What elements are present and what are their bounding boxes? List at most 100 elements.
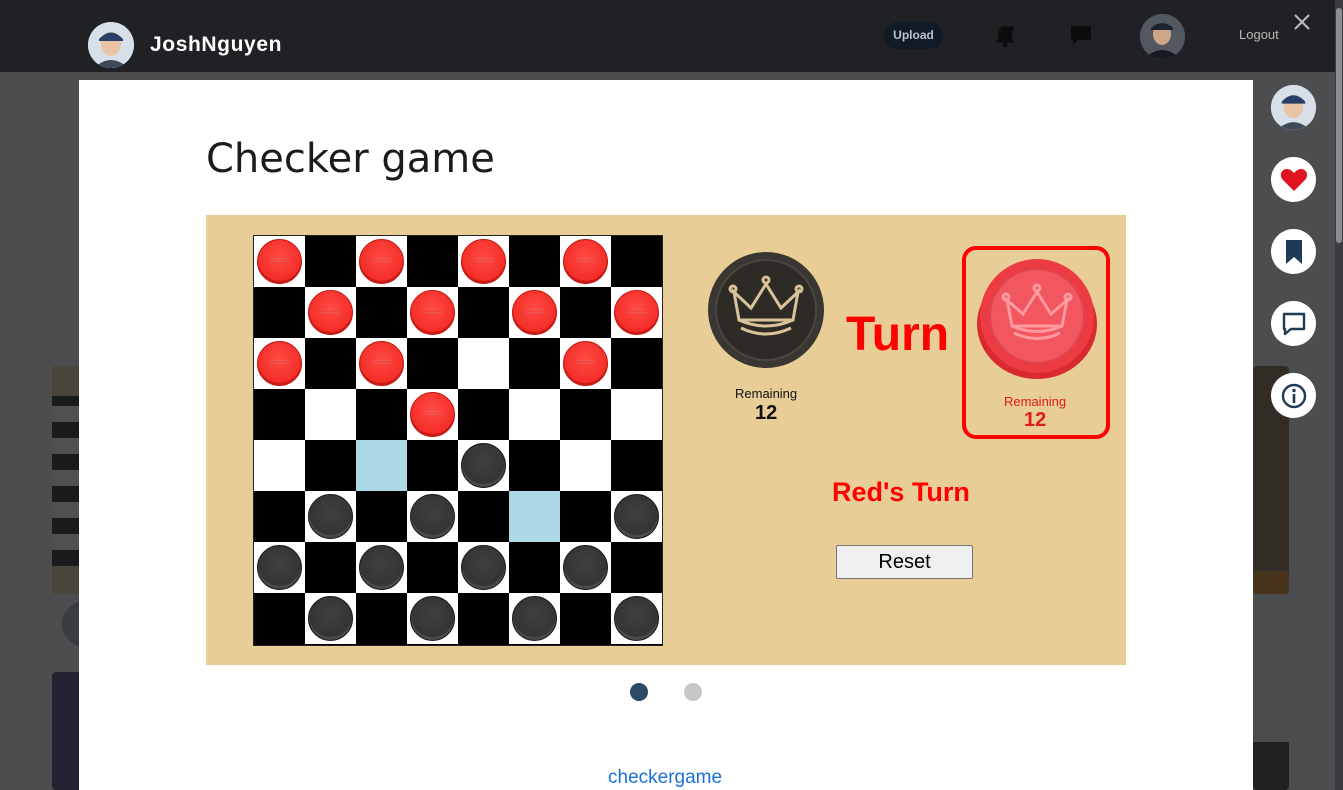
board-square[interactable] [254, 287, 305, 338]
board-square[interactable] [458, 593, 509, 644]
board-square[interactable] [560, 440, 611, 491]
board-square[interactable] [509, 542, 560, 593]
red-checker-piece[interactable] [410, 392, 455, 437]
board-square[interactable] [356, 542, 407, 593]
board-square[interactable] [560, 542, 611, 593]
red-checker-piece[interactable] [359, 341, 404, 386]
board-square[interactable] [560, 236, 611, 287]
red-checker-piece[interactable] [257, 341, 302, 386]
board-square[interactable] [611, 287, 662, 338]
board-square[interactable] [356, 287, 407, 338]
chat-icon[interactable] [1068, 22, 1094, 48]
board-square[interactable] [560, 287, 611, 338]
board-square[interactable] [254, 491, 305, 542]
board-square[interactable] [458, 338, 509, 389]
board-square[interactable] [254, 542, 305, 593]
reset-button[interactable]: Reset [836, 545, 973, 579]
black-checker-piece[interactable] [410, 494, 455, 539]
info-button[interactable] [1271, 373, 1316, 418]
red-checker-piece[interactable] [257, 239, 302, 284]
shot-link[interactable]: checkergame [608, 767, 722, 789]
author-name[interactable]: JoshNguyen [150, 33, 282, 57]
current-user-avatar[interactable] [1140, 14, 1185, 59]
page-scrollbar-thumb[interactable] [1336, 8, 1342, 243]
board-square[interactable] [407, 287, 458, 338]
board-square[interactable] [611, 389, 662, 440]
red-checker-piece[interactable] [614, 290, 659, 335]
board-square[interactable] [254, 389, 305, 440]
board-square[interactable] [509, 287, 560, 338]
board-square[interactable] [509, 440, 560, 491]
board-square[interactable] [611, 491, 662, 542]
red-checker-piece[interactable] [512, 290, 557, 335]
comment-button[interactable] [1271, 301, 1316, 346]
bell-icon[interactable] [992, 23, 1018, 49]
board-square[interactable] [407, 389, 458, 440]
black-checker-piece[interactable] [614, 494, 659, 539]
red-checker-piece[interactable] [461, 239, 506, 284]
upload-button[interactable]: Upload [884, 22, 943, 49]
board-square[interactable] [509, 593, 560, 644]
board-square[interactable] [254, 338, 305, 389]
board-square[interactable] [305, 593, 356, 644]
board-square[interactable] [305, 287, 356, 338]
black-checker-piece[interactable] [614, 596, 659, 641]
board-square[interactable] [254, 440, 305, 491]
black-checker-piece[interactable] [410, 596, 455, 641]
board-square[interactable] [356, 236, 407, 287]
black-checker-piece[interactable] [512, 596, 557, 641]
board-square[interactable] [356, 593, 407, 644]
board-square[interactable] [407, 338, 458, 389]
board-square[interactable] [509, 338, 560, 389]
carousel-dot-2[interactable] [684, 683, 702, 701]
save-button[interactable] [1271, 229, 1316, 274]
black-checker-piece[interactable] [308, 596, 353, 641]
board-square[interactable] [305, 338, 356, 389]
board-square-highlighted[interactable] [509, 491, 560, 542]
author-avatar[interactable] [88, 22, 134, 68]
board-square[interactable] [509, 389, 560, 440]
board-square[interactable] [254, 593, 305, 644]
black-checker-piece[interactable] [461, 545, 506, 590]
red-checker-piece[interactable] [410, 290, 455, 335]
checker-board[interactable] [253, 235, 663, 646]
black-checker-piece[interactable] [461, 443, 506, 488]
board-square[interactable] [407, 593, 458, 644]
board-square[interactable] [305, 440, 356, 491]
red-checker-piece[interactable] [359, 239, 404, 284]
black-checker-piece[interactable] [308, 494, 353, 539]
board-square[interactable] [254, 236, 305, 287]
board-square[interactable] [305, 236, 356, 287]
close-icon[interactable] [1292, 12, 1312, 32]
board-square[interactable] [458, 491, 509, 542]
black-checker-piece[interactable] [563, 545, 608, 590]
board-square[interactable] [560, 338, 611, 389]
board-square[interactable] [356, 338, 407, 389]
board-square[interactable] [560, 593, 611, 644]
board-square[interactable] [305, 542, 356, 593]
red-checker-piece[interactable] [563, 239, 608, 284]
board-square[interactable] [305, 389, 356, 440]
board-square[interactable] [356, 389, 407, 440]
black-checker-piece[interactable] [257, 545, 302, 590]
board-square[interactable] [458, 542, 509, 593]
board-square[interactable] [611, 593, 662, 644]
board-square[interactable] [458, 389, 509, 440]
board-square[interactable] [611, 338, 662, 389]
board-square[interactable] [458, 287, 509, 338]
board-square[interactable] [407, 542, 458, 593]
board-square[interactable] [458, 440, 509, 491]
like-button[interactable] [1271, 157, 1316, 202]
board-square[interactable] [509, 236, 560, 287]
red-checker-piece[interactable] [308, 290, 353, 335]
board-square-highlighted[interactable] [356, 440, 407, 491]
board-square[interactable] [611, 440, 662, 491]
board-square[interactable] [407, 440, 458, 491]
board-square[interactable] [611, 236, 662, 287]
author-avatar-button[interactable] [1271, 85, 1316, 130]
carousel-dot-1[interactable] [630, 683, 648, 701]
board-square[interactable] [611, 542, 662, 593]
board-square[interactable] [407, 491, 458, 542]
board-square[interactable] [356, 491, 407, 542]
board-square[interactable] [305, 491, 356, 542]
